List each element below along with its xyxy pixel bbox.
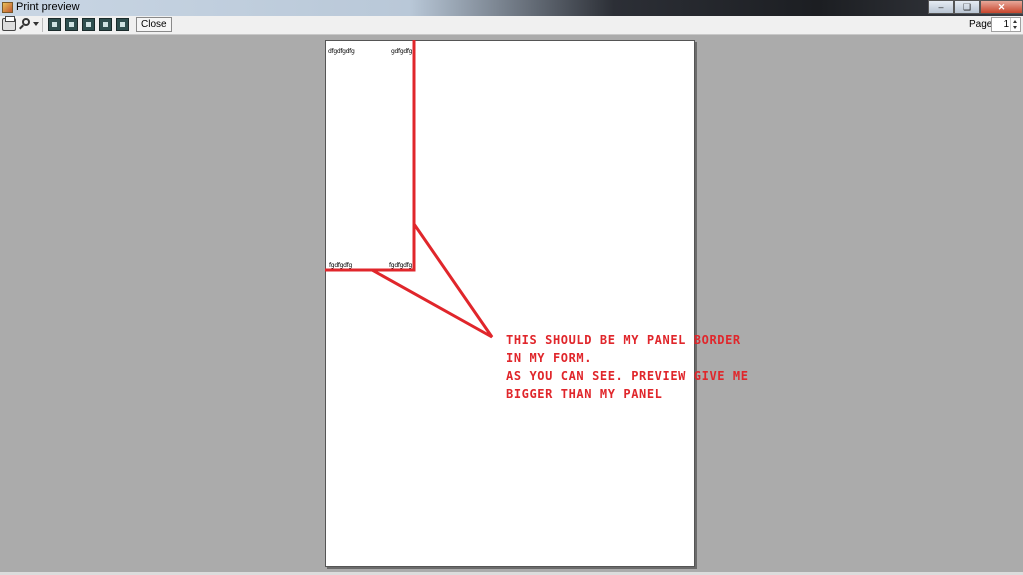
annotation-line: BIGGER THAN MY PANEL (506, 387, 663, 401)
close-button[interactable]: Close (136, 17, 172, 32)
spin-down-icon[interactable] (1013, 26, 1017, 29)
annotation-line: AS YOU CAN SEE. PREVIEW GIVE ME (506, 369, 749, 383)
six-pages-icon[interactable] (116, 18, 129, 31)
page-number-value: 1 (1003, 19, 1009, 30)
zoom-icon[interactable] (19, 18, 32, 31)
app-icon (2, 2, 13, 13)
title-bar: Print preview – ❑ ✕ (0, 0, 1023, 16)
four-pages-icon[interactable] (99, 18, 112, 31)
page-text-top-right: gdfgdfg (391, 48, 413, 55)
toolbar-separator (42, 18, 43, 32)
page-label: Page (969, 19, 993, 30)
three-pages-icon[interactable] (82, 18, 95, 31)
one-page-icon[interactable] (48, 18, 61, 31)
toolbar: Close Page 1 (0, 16, 1023, 35)
annotation-line: IN MY FORM. (506, 351, 593, 365)
page-spinner[interactable] (1010, 18, 1020, 31)
close-window-button[interactable]: ✕ (980, 0, 1023, 14)
page-number-stepper[interactable]: 1 (991, 17, 1021, 32)
page-text-bottom-left: fgdfgdfg (329, 262, 352, 269)
page-text-bottom-right: fgdfgdfg (389, 262, 412, 269)
preview-area[interactable]: dfgdfgdfg gdfgdfg fgdfgdfg fgdfgdfg (0, 35, 1023, 572)
window-controls: – ❑ ✕ (928, 0, 1023, 14)
zoom-dropdown-icon[interactable] (33, 22, 39, 26)
annotation-line: THIS SHOULD BE MY PANEL BORDER (506, 333, 741, 347)
minimize-button[interactable]: – (928, 0, 954, 14)
printer-icon[interactable] (2, 16, 16, 31)
spin-up-icon[interactable] (1013, 20, 1017, 23)
annotation-text: THIS SHOULD BE MY PANEL BORDER IN MY FOR… (506, 331, 749, 403)
two-pages-icon[interactable] (65, 18, 78, 31)
window-title: Print preview (16, 1, 80, 13)
page-text-top-left: dfgdfgdfg (328, 48, 355, 55)
restore-button[interactable]: ❑ (954, 0, 980, 14)
preview-page: dfgdfgdfg gdfgdfg fgdfgdfg fgdfgdfg (325, 40, 695, 567)
